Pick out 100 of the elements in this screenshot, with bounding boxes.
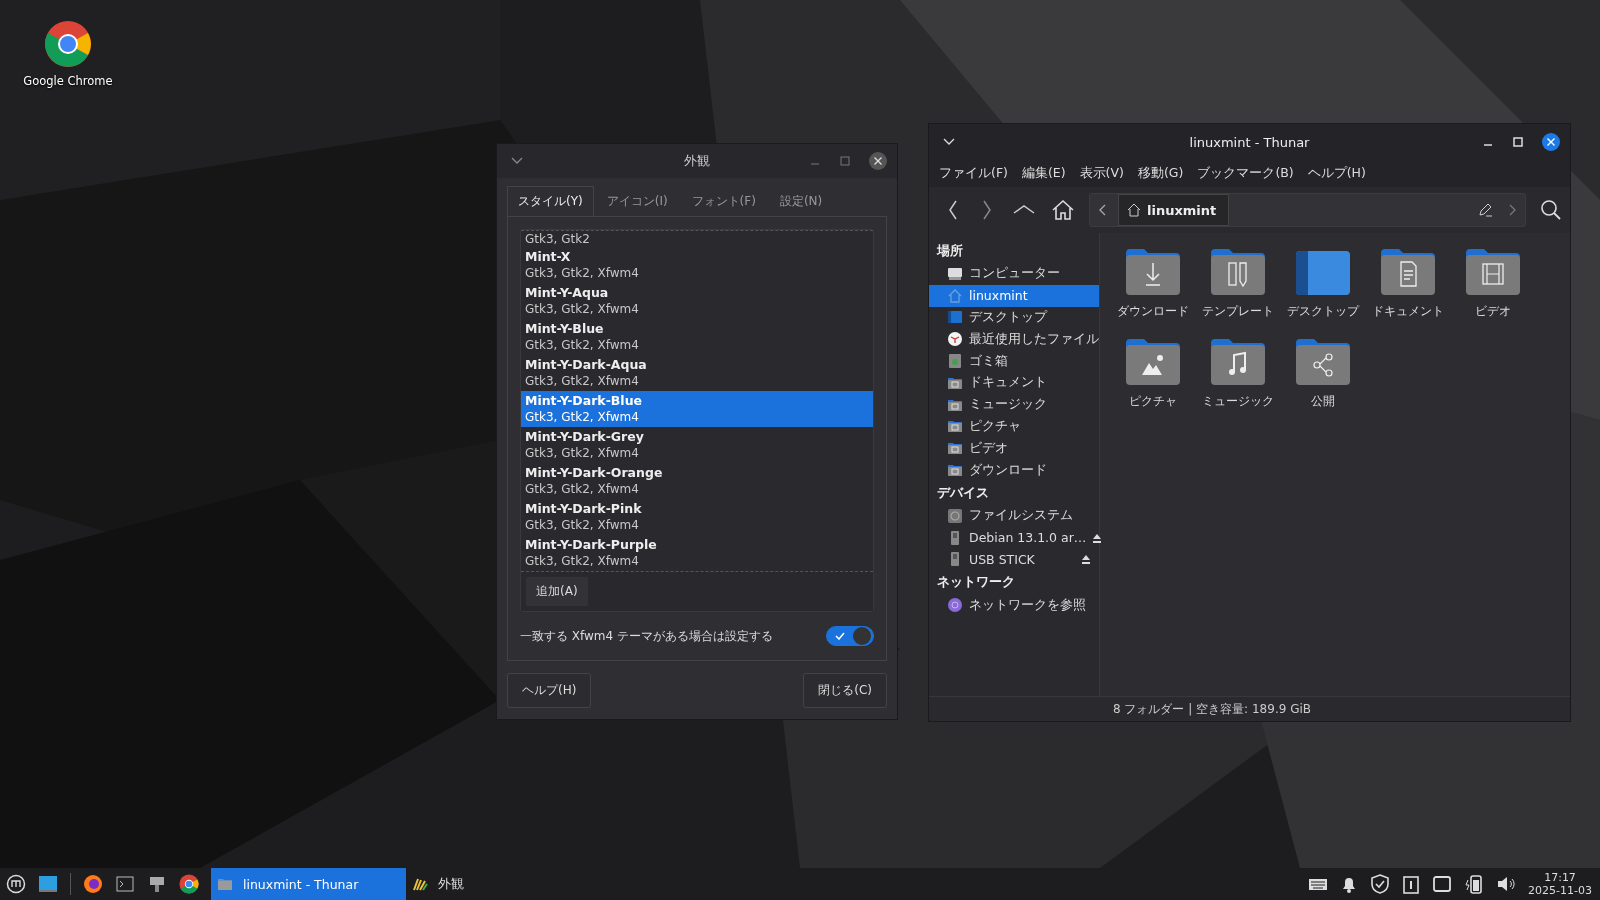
- sidebar-item[interactable]: 最近使用したファイル: [929, 328, 1099, 351]
- folder-name[interactable]: デスクトップ: [1286, 303, 1359, 320]
- theme-name: Mint-Y-Dark-Blue: [525, 393, 644, 409]
- ruler-pencil-folder-icon: [1208, 247, 1267, 297]
- eject-icon[interactable]: [1092, 532, 1103, 543]
- sidebar-item[interactable]: ダウンロード: [929, 459, 1099, 481]
- add-button[interactable]: 追加(A): [525, 576, 589, 607]
- image-folder-icon: [1123, 337, 1182, 387]
- toggle-switch[interactable]: [826, 626, 874, 646]
- theme-row[interactable]: Mint-Y-Dark-Grey Gtk3, Gtk2, Xfwm4: [521, 427, 873, 463]
- theme-name: Mint-Y-Dark-Orange: [525, 465, 664, 481]
- sidebar-item[interactable]: ビデオ: [929, 437, 1099, 460]
- menu-item[interactable]: ファイル(F): [933, 162, 1014, 185]
- home-icon[interactable]: [1051, 198, 1075, 222]
- theme-row[interactable]: Mint-Y-Dark-Aqua Gtk3, Gtk2, Xfwm4: [521, 355, 873, 391]
- sidebar-item[interactable]: デスクトップ: [929, 306, 1099, 329]
- taskbar-button[interactable]: linuxmint - Thunar: [211, 868, 406, 900]
- theme-details: Gtk3, Gtk2, Xfwm4: [525, 265, 640, 281]
- theme-row[interactable]: Mint-X Gtk3, Gtk2, Xfwm4: [521, 247, 873, 283]
- folder-name[interactable]: テンプレート: [1201, 303, 1274, 320]
- theme-row[interactable]: Gtk3, Gtk2: [521, 231, 873, 247]
- theme-details: Gtk3, Gtk2, Xfwm4: [525, 301, 640, 317]
- folder-name[interactable]: ミュージック: [1201, 393, 1274, 410]
- search-icon[interactable]: [1540, 199, 1562, 221]
- theme-name: Mint-Y-Dark-Purple: [525, 537, 658, 553]
- start-menu-icon[interactable]: [6, 874, 26, 894]
- theme-row[interactable]: Mint-Y-Dark-Purple Gtk3, Gtk2, Xfwm4: [521, 535, 873, 571]
- sidebar-item[interactable]: ファイルシステム: [929, 504, 1099, 527]
- tab[interactable]: 設定(N): [768, 186, 834, 216]
- show-desktop-icon[interactable]: [38, 874, 58, 894]
- tab[interactable]: アイコン(I): [595, 186, 679, 216]
- path-button[interactable]: linuxmint: [1118, 194, 1230, 226]
- theme-name: Mint-Y-Dark-Grey: [525, 429, 645, 445]
- sidebar-heading: 場所: [935, 242, 964, 260]
- sidebar-item[interactable]: ミュージック: [929, 393, 1099, 416]
- sidebar-item[interactable]: コンピューター: [929, 263, 1099, 285]
- volume-icon[interactable]: [1496, 874, 1517, 894]
- sidebar-item[interactable]: linuxmint: [929, 284, 1099, 307]
- computer-icon: [947, 265, 963, 282]
- sidebar-item[interactable]: Debian 13.1.0 ar…: [929, 526, 1099, 549]
- clock-date[interactable]: 2025-11-03: [1528, 884, 1592, 897]
- toggle-label: 一致する Xfwm4 テーマがある場合は設定する: [520, 627, 773, 645]
- sidebar-item[interactable]: ゴミ箱: [929, 350, 1099, 372]
- folder-name[interactable]: ドキュメント: [1371, 303, 1444, 320]
- folder-name[interactable]: 公開: [1310, 393, 1335, 410]
- theme-name: Mint-Y-Aqua: [525, 285, 610, 301]
- window-icon[interactable]: [1432, 874, 1453, 894]
- music-folder-icon: [1208, 337, 1267, 387]
- clipboard-icon[interactable]: [1402, 874, 1421, 894]
- terminal-icon[interactable]: [115, 874, 135, 894]
- film-folder-icon: [1463, 247, 1522, 297]
- clock-time[interactable]: 17:17: [1544, 871, 1576, 884]
- battery-icon[interactable]: [1464, 874, 1485, 894]
- sidebar-item[interactable]: ピクチャ: [929, 415, 1099, 438]
- theme-row[interactable]: Mint-Y-Dark-Blue Gtk3, Gtk2, Xfwm4: [521, 391, 873, 427]
- check-icon: [835, 632, 845, 640]
- folder-name[interactable]: ピクチャ: [1128, 393, 1177, 410]
- theme-details: Gtk3, Gtk2, Xfwm4: [525, 481, 640, 497]
- eject-icon[interactable]: [1081, 554, 1091, 565]
- sidebar-item[interactable]: USB STICK: [929, 548, 1099, 571]
- menu-item[interactable]: ヘルプ(H): [1301, 162, 1372, 185]
- window-title: 外観: [684, 152, 710, 170]
- theme-row[interactable]: Mint-Y-Dark-Orange Gtk3, Gtk2, Xfwm4: [521, 463, 873, 499]
- folder-name[interactable]: ダウンロード: [1116, 303, 1189, 320]
- theme-row[interactable]: Mint-Y-Dark-Pink Gtk3, Gtk2, Xfwm4: [521, 499, 873, 535]
- download-folder-icon: [1123, 247, 1182, 297]
- menu-item[interactable]: 移動(G): [1131, 162, 1190, 185]
- theme-details: Gtk3, Gtk2, Xfwm4: [525, 337, 640, 353]
- browser-icon[interactable]: [44, 20, 92, 68]
- browser-icon[interactable]: [179, 874, 199, 894]
- help-button[interactable]: ヘルプ(H): [507, 673, 592, 708]
- shield-icon[interactable]: [1370, 874, 1391, 894]
- window-title: linuxmint - Thunar: [1189, 134, 1310, 150]
- menu-item[interactable]: 表示(V): [1073, 162, 1130, 185]
- share-folder-icon: [1293, 337, 1352, 387]
- home-icon: [947, 287, 963, 304]
- folder-icon: [947, 418, 963, 435]
- package-icon[interactable]: [147, 874, 167, 894]
- sidebar-item[interactable]: ネットワークを参照: [929, 594, 1099, 617]
- taskbar-button[interactable]: 外観: [406, 868, 601, 900]
- network-icon: [947, 597, 963, 614]
- menu-item[interactable]: 編集(E): [1015, 162, 1072, 185]
- edit-icon[interactable]: [1477, 202, 1493, 218]
- desktop-icon-label[interactable]: Google Chrome: [23, 74, 113, 88]
- close-button[interactable]: 閉じる(C): [803, 673, 887, 708]
- theme-row[interactable]: Mint-Y-Blue Gtk3, Gtk2, Xfwm4: [521, 319, 873, 355]
- tab[interactable]: スタイル(Y): [507, 186, 594, 216]
- firefox-icon[interactable]: [83, 874, 103, 894]
- folder-icon: [947, 440, 963, 457]
- trash-icon: [947, 353, 963, 370]
- folder-name[interactable]: ビデオ: [1474, 303, 1511, 320]
- theme-name: Mint-Y-Blue: [525, 321, 605, 337]
- close-icon[interactable]: [869, 152, 887, 170]
- tab[interactable]: フォント(F): [680, 186, 767, 216]
- desktop-icon: [947, 309, 963, 326]
- theme-row[interactable]: Mint-Y-Aqua Gtk3, Gtk2, Xfwm4: [521, 283, 873, 319]
- sidebar-item[interactable]: ドキュメント: [929, 372, 1099, 394]
- close-icon[interactable]: [1542, 133, 1560, 151]
- menu-item[interactable]: ブックマーク(B): [1191, 162, 1300, 185]
- home-icon: [1127, 203, 1141, 217]
